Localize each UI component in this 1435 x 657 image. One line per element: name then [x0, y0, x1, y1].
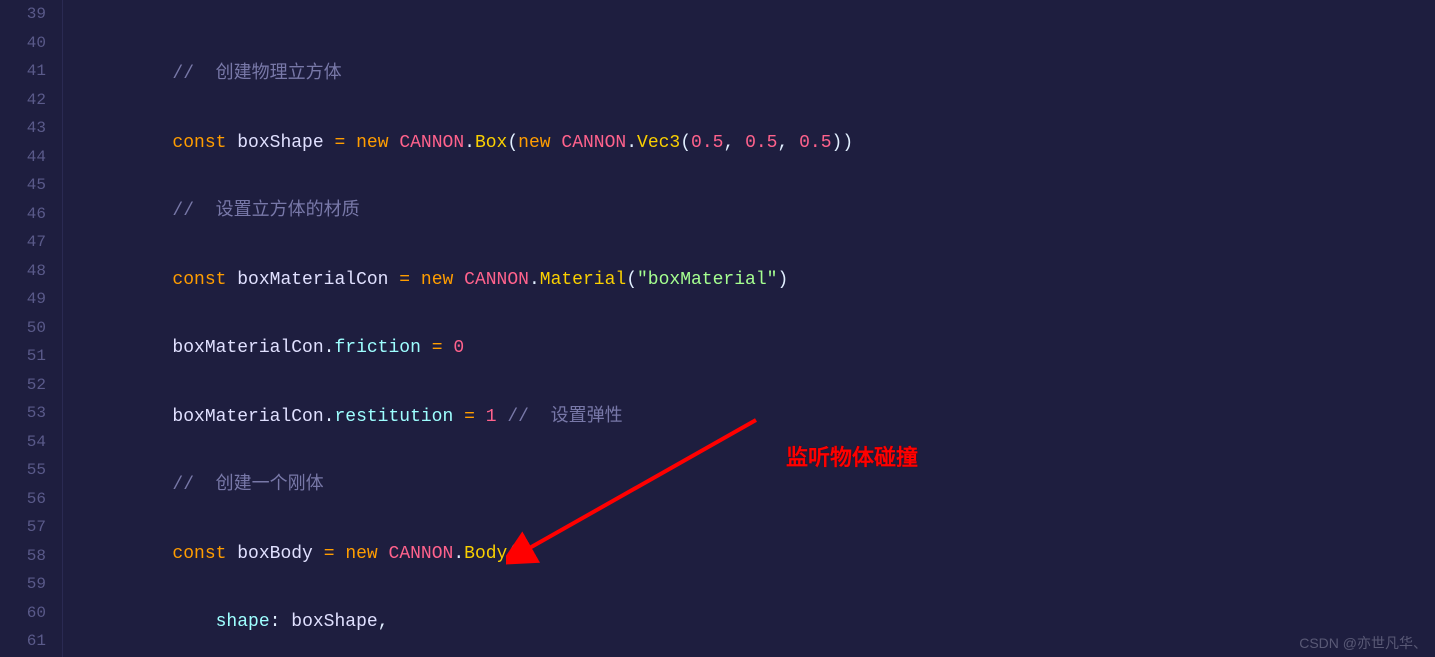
lparen: (: [680, 133, 691, 153]
code-line[interactable]: boxMaterialCon.friction = 0: [86, 334, 1435, 363]
identifier: boxMaterialCon: [172, 338, 323, 358]
comment: // 创建物理立方体: [172, 64, 341, 84]
number: 1: [486, 407, 497, 427]
type-cannon: CANNON: [399, 133, 464, 153]
operator-eq: =: [399, 270, 410, 290]
code-line[interactable]: // 设置立方体的材质: [86, 197, 1435, 226]
type-cannon: CANNON: [389, 544, 454, 564]
gutter-divider: [60, 0, 86, 657]
comment: // 创建一个刚体: [172, 475, 323, 495]
dot: .: [453, 544, 464, 564]
operator-eq: =: [464, 407, 475, 427]
property: restitution: [334, 407, 453, 427]
line-number: 59: [0, 570, 46, 599]
line-number: 39: [0, 0, 46, 29]
line-number: 56: [0, 485, 46, 514]
keyword-const: const: [172, 133, 226, 153]
code-line[interactable]: // 创建一个刚体: [86, 471, 1435, 500]
line-number: 51: [0, 342, 46, 371]
line-number: 61: [0, 627, 46, 656]
keyword-const: const: [172, 270, 226, 290]
line-number: 54: [0, 428, 46, 457]
line-number: 57: [0, 513, 46, 542]
type-cannon: CANNON: [464, 270, 529, 290]
dot: .: [324, 338, 335, 358]
func-vec3: Vec3: [637, 133, 680, 153]
keyword-const: const: [172, 544, 226, 564]
identifier: boxMaterialCon: [237, 270, 388, 290]
keyword-new: new: [356, 133, 388, 153]
func-material: Material: [540, 270, 626, 290]
number: 0.5: [799, 133, 831, 153]
code-editor[interactable]: 39 40 41 42 43 44 45 46 47 48 49 50 51 5…: [0, 0, 1435, 657]
lparen: (: [507, 544, 518, 564]
line-number: 48: [0, 257, 46, 286]
line-number: 50: [0, 314, 46, 343]
number: 0.5: [745, 133, 777, 153]
colon: :: [270, 612, 281, 632]
comma: ,: [378, 612, 389, 632]
lparen: (: [626, 270, 637, 290]
line-number: 58: [0, 542, 46, 571]
watermark: CSDN @亦世凡华、: [1299, 633, 1427, 653]
line-number: 41: [0, 57, 46, 86]
line-number: 43: [0, 114, 46, 143]
dot: .: [626, 133, 637, 153]
property: friction: [334, 338, 420, 358]
number: 0.5: [691, 133, 723, 153]
func-box: Box: [475, 133, 507, 153]
number: 0: [453, 338, 464, 358]
string: "boxMaterial": [637, 270, 777, 290]
identifier: boxBody: [237, 544, 313, 564]
dot: .: [529, 270, 540, 290]
line-number: 52: [0, 371, 46, 400]
code-line[interactable]: boxMaterialCon.restitution = 1 // 设置弹性: [86, 403, 1435, 432]
keyword-new: new: [421, 270, 453, 290]
identifier: boxMaterialCon: [172, 407, 323, 427]
line-number: 47: [0, 228, 46, 257]
comment: // 设置立方体的材质: [172, 201, 359, 221]
line-number: 40: [0, 29, 46, 58]
property: shape: [216, 612, 270, 632]
comma: ,: [777, 133, 788, 153]
line-number-gutter: 39 40 41 42 43 44 45 46 47 48 49 50 51 5…: [0, 0, 60, 657]
code-area[interactable]: // 创建物理立方体 const boxShape = new CANNON.B…: [86, 0, 1435, 657]
keyword-new: new: [345, 544, 377, 564]
comment: // 设置弹性: [507, 407, 622, 427]
dot: .: [324, 407, 335, 427]
identifier: boxShape: [291, 612, 377, 632]
func-body: Body: [464, 544, 507, 564]
line-number: 55: [0, 456, 46, 485]
identifier: boxShape: [237, 133, 323, 153]
code-line[interactable]: const boxBody = new CANNON.Body({: [86, 540, 1435, 569]
line-number: 49: [0, 285, 46, 314]
operator-eq: =: [432, 338, 443, 358]
lbrace: {: [518, 544, 529, 564]
code-line[interactable]: const boxShape = new CANNON.Box(new CANN…: [86, 129, 1435, 158]
line-number: 60: [0, 599, 46, 628]
type-cannon: CANNON: [561, 133, 626, 153]
code-line[interactable]: // 创建物理立方体: [86, 60, 1435, 89]
rparen: ): [832, 133, 843, 153]
line-number: 45: [0, 171, 46, 200]
comma: ,: [723, 133, 734, 153]
line-number: 46: [0, 200, 46, 229]
dot: .: [464, 133, 475, 153]
code-line[interactable]: const boxMaterialCon = new CANNON.Materi…: [86, 266, 1435, 295]
line-number: 44: [0, 143, 46, 172]
code-line[interactable]: shape: boxShape,: [86, 608, 1435, 637]
annotation-text: 监听物体碰撞: [786, 440, 918, 472]
lparen: (: [507, 133, 518, 153]
rparen: ): [777, 270, 788, 290]
rparen: ): [842, 133, 853, 153]
line-number: 42: [0, 86, 46, 115]
keyword-new: new: [518, 133, 550, 153]
operator-eq: =: [324, 544, 335, 564]
operator-eq: =: [334, 133, 345, 153]
line-number: 53: [0, 399, 46, 428]
